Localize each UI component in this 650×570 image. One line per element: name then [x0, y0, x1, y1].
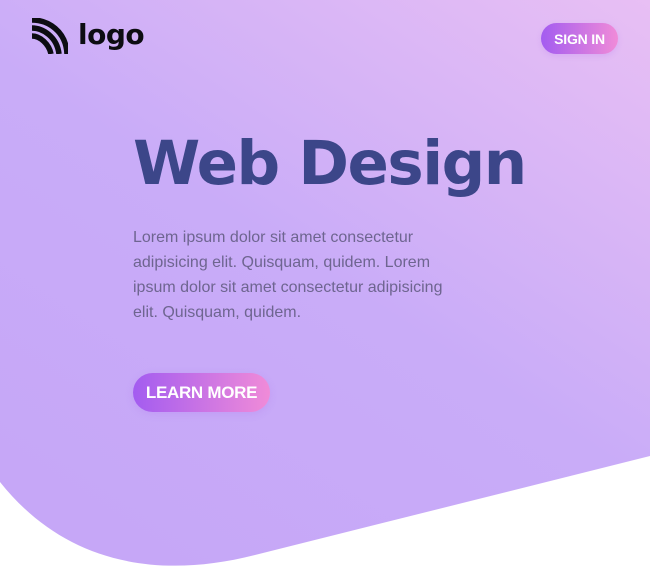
- logo-text: logo: [78, 18, 145, 51]
- site-header: logo SIGN IN: [0, 0, 650, 80]
- hero-description: Lorem ipsum dolor sit amet consectetur a…: [133, 229, 443, 321]
- landing-page: logo SIGN IN Web Design Lorem ipsum dolo…: [0, 0, 650, 570]
- hero-content: Web Design Lorem ipsum dolor sit amet co…: [133, 128, 527, 325]
- learn-more-button[interactable]: LEARN MORE: [133, 373, 270, 412]
- logo-link[interactable]: logo: [32, 18, 145, 54]
- page-title: Web Design: [133, 128, 527, 199]
- rss-icon: [32, 18, 68, 54]
- sign-in-button[interactable]: SIGN IN: [541, 23, 618, 54]
